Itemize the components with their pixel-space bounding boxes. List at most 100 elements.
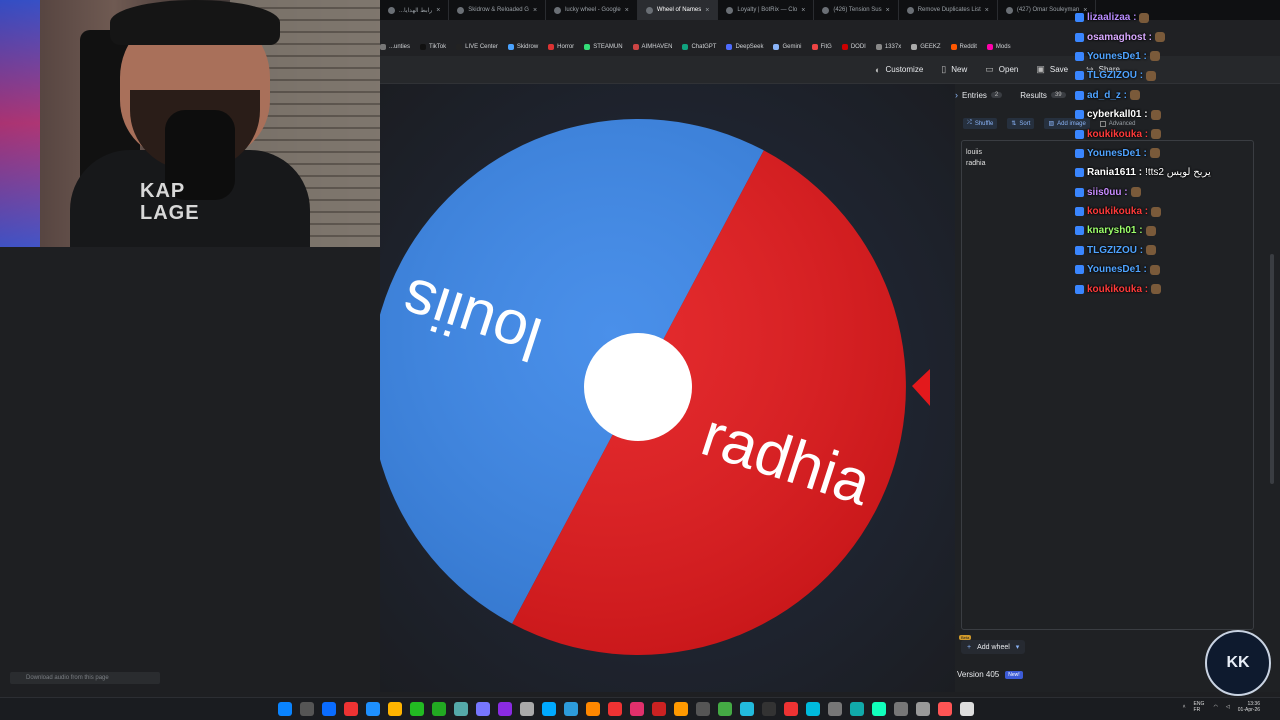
- bookmark-item[interactable]: DODI: [841, 44, 866, 50]
- tab-results-label: Results: [1020, 90, 1047, 100]
- download-audio-bar[interactable]: Download audio from this page: [10, 672, 160, 684]
- bookmark-item[interactable]: ChatGPT: [682, 44, 716, 50]
- taskbar-app-icon[interactable]: [498, 702, 512, 716]
- plus-icon: +: [967, 643, 972, 651]
- taskbar-app-icon[interactable]: [784, 702, 798, 716]
- taskbar-app-icon[interactable]: [652, 702, 666, 716]
- palette-icon: ◐: [875, 64, 881, 75]
- taskbar-app-icon[interactable]: [542, 702, 556, 716]
- taskbar-app-icon[interactable]: [344, 702, 358, 716]
- taskbar-app-icon[interactable]: [300, 702, 314, 716]
- browser-tab[interactable]: Wheel of Names ×: [637, 0, 719, 20]
- bookmark-item[interactable]: FitG: [811, 44, 832, 50]
- tray-chevron-icon[interactable]: ˄: [1183, 704, 1186, 710]
- shuffle-button[interactable]: ⤮ Shuffle: [963, 118, 998, 129]
- taskbar-app-icon[interactable]: [960, 702, 974, 716]
- bookmark-item[interactable]: Reddit: [950, 44, 977, 50]
- emote-icon: [1151, 284, 1162, 295]
- taskbar-app-icon[interactable]: [410, 702, 424, 716]
- browser-tab[interactable]: (426) Tension Sus ×: [814, 0, 899, 20]
- wheel-svg[interactable]: louiisradhia: [380, 84, 955, 692]
- tab-entries[interactable]: › Entries 2: [955, 90, 1003, 100]
- bookmark-icon: [380, 44, 386, 50]
- customize-button[interactable]: ◐ Customize: [875, 65, 923, 75]
- taskbar-app-icon[interactable]: [454, 702, 468, 716]
- tray-language[interactable]: ENG FR: [1194, 701, 1206, 713]
- volume-icon[interactable]: ◁: [1226, 704, 1230, 710]
- taskbar-app-icon[interactable]: [872, 702, 886, 716]
- taskbar-app-icon[interactable]: [740, 702, 754, 716]
- close-icon[interactable]: ×: [533, 7, 537, 14]
- wheel[interactable]: louiisradhia: [380, 119, 906, 655]
- bookmark-item[interactable]: ...unties: [380, 44, 410, 50]
- chat-username: osamaghost :: [1087, 31, 1153, 43]
- chat-username: cyberkall01 :: [1087, 109, 1148, 121]
- taskbar-app-icon[interactable]: [696, 702, 710, 716]
- close-icon[interactable]: ×: [886, 7, 890, 14]
- taskbar-app-icon[interactable]: [894, 702, 908, 716]
- bookmark-item[interactable]: TikTok: [420, 44, 446, 50]
- bookmark-item[interactable]: Horror: [548, 44, 574, 50]
- new-badge[interactable]: New!: [1005, 670, 1023, 679]
- bookmark-item[interactable]: AIMHAVEN: [632, 44, 672, 50]
- taskbar-app-icon[interactable]: [322, 702, 336, 716]
- taskbar-app-icon[interactable]: [806, 702, 820, 716]
- shuffle-label: Shuffle: [974, 120, 994, 127]
- taskbar-app-icon[interactable]: [718, 702, 732, 716]
- bookmark-item[interactable]: Mods: [986, 44, 1011, 50]
- taskbar-app-icon[interactable]: [278, 702, 292, 716]
- taskbar-app-icon[interactable]: [476, 702, 490, 716]
- taskbar-app-icon[interactable]: [388, 702, 402, 716]
- taskbar-app-icon[interactable]: [916, 702, 930, 716]
- add-wheel-button[interactable]: + Add wheel ▾: [961, 640, 1026, 654]
- close-icon[interactable]: ×: [801, 7, 805, 14]
- taskbar-app-icon[interactable]: [630, 702, 644, 716]
- taskbar-app-icon[interactable]: [762, 702, 776, 716]
- wifi-icon[interactable]: ◠: [1214, 704, 1218, 710]
- taskbar-app-icon[interactable]: [586, 702, 600, 716]
- emote-icon: [1145, 225, 1156, 236]
- browser-tab[interactable]: Remove Duplicates List ×: [899, 0, 998, 20]
- browser-tab[interactable]: lucky wheel - Google ×: [546, 0, 638, 20]
- version-info: Version 405 New!: [957, 670, 1023, 679]
- taskbar-app-icon[interactable]: [938, 702, 952, 716]
- close-icon[interactable]: ×: [705, 7, 709, 14]
- taskbar-app-icon[interactable]: [674, 702, 688, 716]
- clock[interactable]: 13:36 01-Apr-26: [1238, 701, 1260, 713]
- bookmark-item[interactable]: STEAMUN: [584, 44, 623, 50]
- wheel-canvas[interactable]: louiis radhia: [380, 84, 955, 692]
- chat-message: Rania1611 : !tts2 يربح لويس: [1075, 163, 1280, 182]
- sort-button[interactable]: ⇅ Sort: [1007, 118, 1035, 129]
- badge-icon: [1075, 13, 1084, 23]
- taskbar-app-icon[interactable]: [608, 702, 622, 716]
- bookmark-item[interactable]: GEEKZ: [911, 44, 941, 50]
- badge-icon: [1075, 284, 1084, 294]
- tab-results[interactable]: Results 39: [1020, 90, 1066, 100]
- bookmark-item[interactable]: LIVE Center: [456, 44, 498, 50]
- wheel-hub[interactable]: [584, 333, 692, 441]
- close-icon[interactable]: ×: [985, 7, 989, 14]
- taskbar-app-icon[interactable]: [564, 702, 578, 716]
- open-button[interactable]: ▭ Open: [985, 64, 1018, 75]
- taskbar-app-icon[interactable]: [520, 702, 534, 716]
- new-button[interactable]: ▯ New: [941, 64, 967, 75]
- close-icon[interactable]: ×: [436, 7, 440, 14]
- browser-tab[interactable]: Skidrow & Reloaded G ×: [449, 0, 547, 20]
- chevron-down-icon[interactable]: ▾: [1016, 643, 1020, 651]
- browser-tab[interactable]: ...رابط الهدايا ×: [380, 0, 450, 20]
- webcam-overlay: KAP LAGE: [0, 0, 380, 247]
- bookmark-item[interactable]: Gemini: [773, 44, 802, 50]
- save-button[interactable]: ▣ Save: [1036, 64, 1068, 75]
- badge-icon: [1075, 245, 1084, 255]
- taskbar-app-icon[interactable]: [828, 702, 842, 716]
- bookmark-icon: [632, 44, 639, 50]
- close-icon[interactable]: ×: [625, 7, 629, 14]
- taskbar-app-icon[interactable]: [366, 702, 380, 716]
- taskbar-app-icon[interactable]: [432, 702, 446, 716]
- bookmark-item[interactable]: Skidrow: [507, 44, 538, 50]
- bookmark-label: Reddit: [959, 44, 977, 50]
- browser-tab[interactable]: Loyalty | BotRix — Clo ×: [718, 0, 815, 20]
- bookmark-item[interactable]: DeepSeek: [726, 44, 763, 50]
- bookmark-item[interactable]: 1337x: [875, 44, 901, 50]
- taskbar-app-icon[interactable]: [850, 702, 864, 716]
